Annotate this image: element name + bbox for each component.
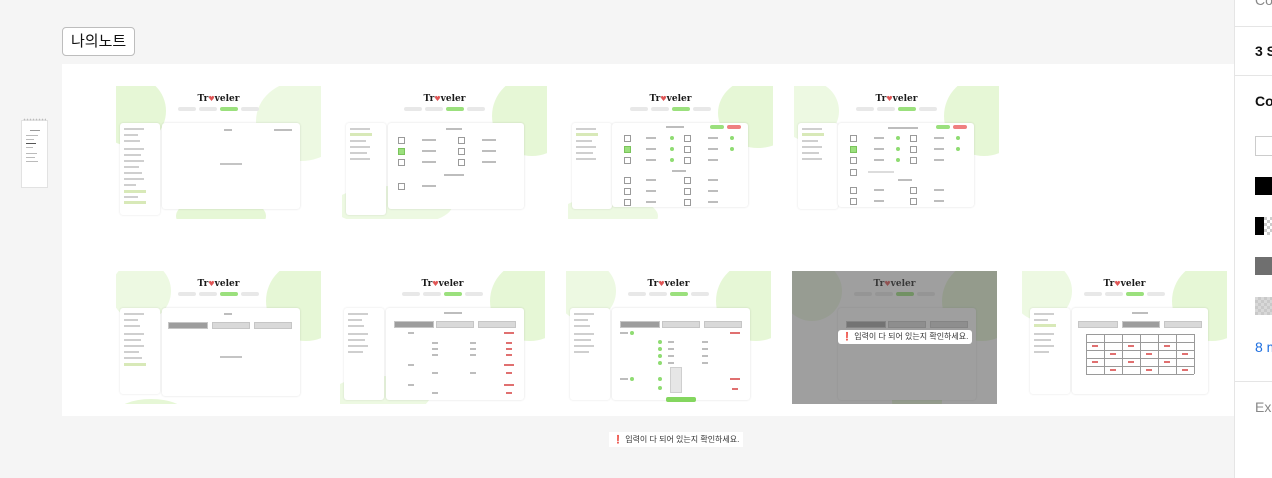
screen-checklist[interactable]: Tr♥veler: [342, 86, 547, 219]
app-logo: Tr♥veler: [875, 94, 918, 104]
color-swatch-black-transparent[interactable]: [1255, 217, 1272, 235]
content-panel: [386, 308, 524, 400]
panel-divider: [1235, 26, 1272, 27]
content-panel: [162, 123, 300, 209]
top-nav: [342, 107, 547, 111]
thumbnail-line: [30, 130, 40, 131]
screen-checklist-status[interactable]: Tr♥veler: [568, 86, 773, 219]
mobile-frame-thumbnail[interactable]: [21, 118, 48, 188]
properties-panel[interactable]: Co 3 S Co 8 m Exp: [1234, 0, 1272, 478]
app-logo: Tr♥veler: [1103, 279, 1146, 289]
thumbnail-line: [26, 153, 37, 154]
thumbnail-line: [26, 157, 35, 158]
thumbnail-line: [26, 139, 34, 140]
content-panel: [162, 308, 300, 396]
sidebar: [346, 123, 386, 215]
color-swatch-light-transparent[interactable]: [1255, 297, 1272, 315]
sidebar: [1030, 308, 1070, 394]
content-panel: [388, 123, 524, 209]
app-logo: Tr♥veler: [421, 279, 464, 289]
app-logo: Tr♥veler: [649, 94, 692, 104]
sidebar: [120, 308, 160, 394]
alert-modal[interactable]: ❗ 입력이 다 되어 있는지 확인하세요.: [838, 330, 973, 344]
screen-alert-modal[interactable]: Tr♥veler ❗ 입력이 다 되어 있는지 확인하세요.: [792, 271, 997, 404]
colors-section-title: Co: [1255, 93, 1272, 109]
export-section-title[interactable]: Exp: [1255, 399, 1272, 415]
alert-message: 입력이 다 되어 있는지 확인하세요.: [854, 332, 969, 341]
top-nav: [566, 292, 771, 296]
top-nav: [568, 107, 773, 111]
toast-message: 입력이 다 되어 있는지 확인하세요.: [625, 435, 740, 444]
sidebar: [798, 123, 838, 209]
design-canvas[interactable]: 나의노트 Tr♥veler Tr♥veler Tr♥veler Tr♥veler…: [0, 0, 1234, 478]
empty-message: [220, 356, 242, 358]
sidebar: [344, 308, 384, 400]
exclamation-icon: ❗: [842, 332, 852, 341]
screen-budget-table[interactable]: Tr♥veler: [1022, 271, 1227, 404]
content-panel: [1072, 308, 1208, 394]
app-logo: Tr♥veler: [197, 94, 240, 104]
panel-divider: [1235, 381, 1272, 382]
sidebar: [120, 123, 160, 215]
thumbnail-line: [26, 143, 36, 144]
top-nav: [1022, 292, 1227, 296]
top-nav: [340, 292, 545, 296]
top-nav: [794, 107, 999, 111]
thumbnail-dots: [23, 118, 46, 121]
thumbnail-line: [26, 135, 38, 136]
color-swatch-white[interactable]: [1255, 136, 1272, 156]
empty-message: [220, 163, 242, 165]
color-swatch-gray[interactable]: [1255, 257, 1272, 275]
app-logo: Tr♥veler: [197, 279, 240, 289]
color-swatch-black[interactable]: [1255, 177, 1272, 195]
screen-budget-list[interactable]: Tr♥veler: [340, 271, 545, 404]
save-button[interactable]: [666, 397, 696, 402]
more-colors-link[interactable]: 8 m: [1255, 339, 1272, 355]
panel-divider: [1235, 75, 1272, 76]
frame-label[interactable]: 나의노트: [62, 27, 136, 56]
dropdown-list[interactable]: [670, 367, 682, 393]
selection-count: 3 S: [1255, 43, 1272, 59]
top-nav: [116, 292, 321, 296]
app-logo: Tr♥veler: [423, 94, 466, 104]
screen-checklist-edit[interactable]: Tr♥veler: [794, 86, 999, 219]
top-nav: [116, 107, 321, 111]
content-panel: [612, 123, 748, 207]
sidebar: [570, 308, 610, 400]
screen-budget-edit[interactable]: Tr♥veler: [566, 271, 771, 404]
bg-blob: [116, 399, 186, 404]
content-panel: [612, 308, 750, 400]
screen-budget-empty[interactable]: Tr♥veler: [116, 271, 321, 404]
content-panel: [838, 123, 974, 207]
thumbnail-line: [26, 161, 38, 162]
panel-row-text: Co: [1255, 0, 1272, 8]
toast-alert[interactable]: ❗ 입력이 다 되어 있는지 확인하세요.: [609, 432, 744, 447]
screen-note-empty[interactable]: Tr♥veler: [116, 86, 321, 219]
exclamation-icon: ❗: [613, 435, 623, 444]
artboard-section[interactable]: Tr♥veler Tr♥veler Tr♥veler Tr♥veler Tr♥v…: [62, 64, 1234, 416]
sidebar: [572, 123, 612, 209]
app-logo: Tr♥veler: [647, 279, 690, 289]
thumbnail-line: [26, 147, 33, 148]
